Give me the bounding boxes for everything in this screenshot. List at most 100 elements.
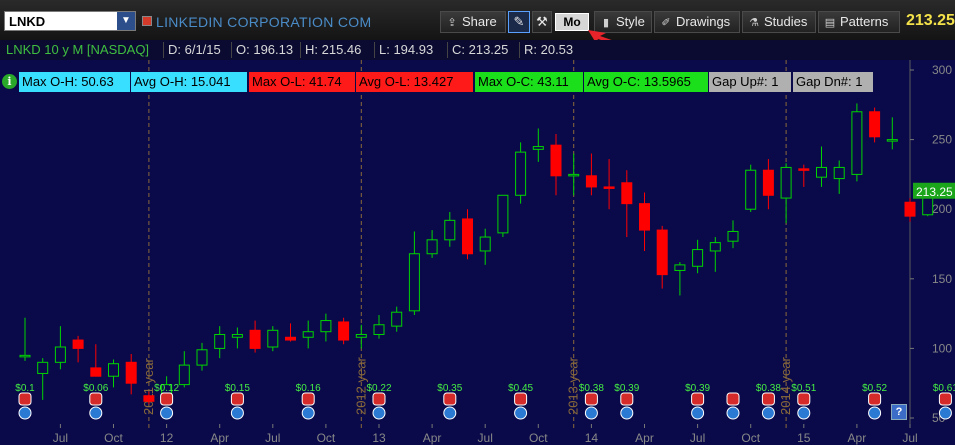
time-tick-label: Jul (478, 431, 493, 445)
candle-up (37, 361, 49, 374)
dividend-label: $0.38 (756, 383, 781, 394)
time-tick-label: Oct (317, 431, 336, 445)
earnings-phone-icon (691, 392, 705, 406)
candle-up (515, 151, 527, 196)
candle-down (285, 336, 296, 341)
earnings-mic-icon (868, 406, 882, 420)
candle-up (479, 236, 491, 252)
chart-title: LNKD 10 y M [NASDAQ] (6, 42, 150, 57)
stat-avg-open-high: Avg O-H: 15.041 (131, 72, 247, 92)
dividend-label: $0.35 (437, 383, 462, 394)
info-bar: LNKD 10 y M [NASDAQ] D: 6/1/15 O: 196.13… (0, 40, 955, 60)
candle-down (904, 201, 916, 217)
candle-up (568, 173, 580, 177)
candle-up (532, 146, 544, 150)
stat-avg-open-low: Avg O-L: 13.427 (356, 72, 473, 92)
candle-up (267, 329, 279, 348)
price-chart[interactable]: 2011 year 2012 year 2013 year 2014 year5010… (0, 60, 955, 445)
stat-max-open-close: Max O-C: 43.11 (475, 72, 583, 92)
time-tick-label: Oct (104, 431, 123, 445)
time-tick-label: Apr (423, 431, 442, 445)
earnings-mic-icon (372, 406, 386, 420)
earnings-phone-icon (230, 392, 244, 406)
candle-down (143, 395, 155, 402)
candle-up (178, 364, 190, 386)
candle-up (391, 311, 403, 327)
candle-up (444, 219, 456, 241)
price-tick-label: 200 (932, 202, 952, 216)
candle-up (19, 354, 31, 358)
time-tick-label: Oct (741, 431, 760, 445)
stats-bar: i Max O-H: 50.63 Avg O-H: 15.041 Max O-L… (0, 72, 955, 92)
candle-up (355, 333, 367, 338)
candle-down (656, 229, 668, 276)
candle-down (621, 182, 633, 205)
time-tick-label: Jul (53, 431, 68, 445)
earnings-phone-icon (620, 392, 634, 406)
earnings-phone-icon (797, 392, 811, 406)
dividend-label: $0.1 (15, 383, 35, 394)
earnings-phone-icon (726, 392, 740, 406)
earnings-mic-icon (726, 406, 740, 420)
candle-up (408, 253, 420, 312)
price-tick-label: 150 (932, 272, 952, 286)
candle-down (550, 144, 562, 177)
candle-down (639, 203, 650, 231)
candle-down (462, 218, 473, 255)
earnings-phone-icon (301, 392, 315, 406)
time-tick-label: Jul (902, 431, 917, 445)
candle-up (745, 169, 757, 210)
candle-up (320, 320, 332, 333)
info-open: O: 196.13 (231, 42, 297, 58)
candle-up (373, 324, 385, 335)
earnings-mic-icon (584, 406, 598, 420)
earnings-phone-icon (761, 392, 775, 406)
stat-gap-down: Gap Dn#: 1 (793, 72, 873, 92)
candle-up (709, 242, 721, 252)
help-icon[interactable]: ? (891, 404, 907, 420)
candle-down (798, 168, 810, 171)
earnings-phone-icon (584, 392, 598, 406)
time-tick-label: Oct (529, 431, 548, 445)
candle-up (108, 363, 119, 377)
time-tick-label: Apr (848, 431, 867, 445)
time-tick-label: 14 (585, 431, 599, 445)
earnings-mic-icon (443, 406, 457, 420)
candle-down (585, 175, 597, 188)
stat-max-open-high: Max O-H: 50.63 (19, 72, 130, 92)
candle-down (72, 339, 84, 349)
candle-up (54, 346, 66, 363)
time-tick-label: 15 (797, 431, 811, 445)
dividend-label: $0.12 (154, 383, 179, 394)
candle-up (816, 166, 827, 178)
current-price-label: 213.25 (916, 185, 953, 199)
earnings-phone-icon (160, 392, 174, 406)
candle-down (90, 367, 102, 377)
earnings-mic-icon (18, 406, 32, 420)
dividend-label: $0.06 (83, 383, 108, 394)
candle-down (338, 321, 350, 341)
earnings-mic-icon (761, 406, 775, 420)
earnings-mic-icon (797, 406, 811, 420)
candle-up (692, 249, 704, 267)
earnings-phone-icon (868, 392, 882, 406)
price-tick-label: 250 (932, 133, 952, 147)
candle-up (780, 166, 792, 199)
candle-down (125, 361, 137, 384)
dividend-label: $0.39 (685, 383, 710, 394)
stat-max-open-low: Max O-L: 41.74 (249, 72, 355, 92)
time-tick-label: Apr (635, 431, 654, 445)
dividend-label: $0.15 (225, 383, 250, 394)
earnings-mic-icon (691, 406, 705, 420)
earnings-mic-icon (89, 406, 103, 420)
earnings-mic-icon (301, 406, 315, 420)
dividend-label: $0.22 (366, 383, 391, 394)
candle-up (231, 333, 243, 338)
info-low: L: 194.93 (374, 42, 437, 58)
earnings-mic-icon (230, 406, 244, 420)
time-tick-label: 13 (372, 431, 386, 445)
earnings-mic-icon (620, 406, 634, 420)
info-icon[interactable]: i (2, 74, 17, 89)
candle-up (851, 111, 863, 175)
dividend-label: $0.52 (862, 383, 887, 394)
